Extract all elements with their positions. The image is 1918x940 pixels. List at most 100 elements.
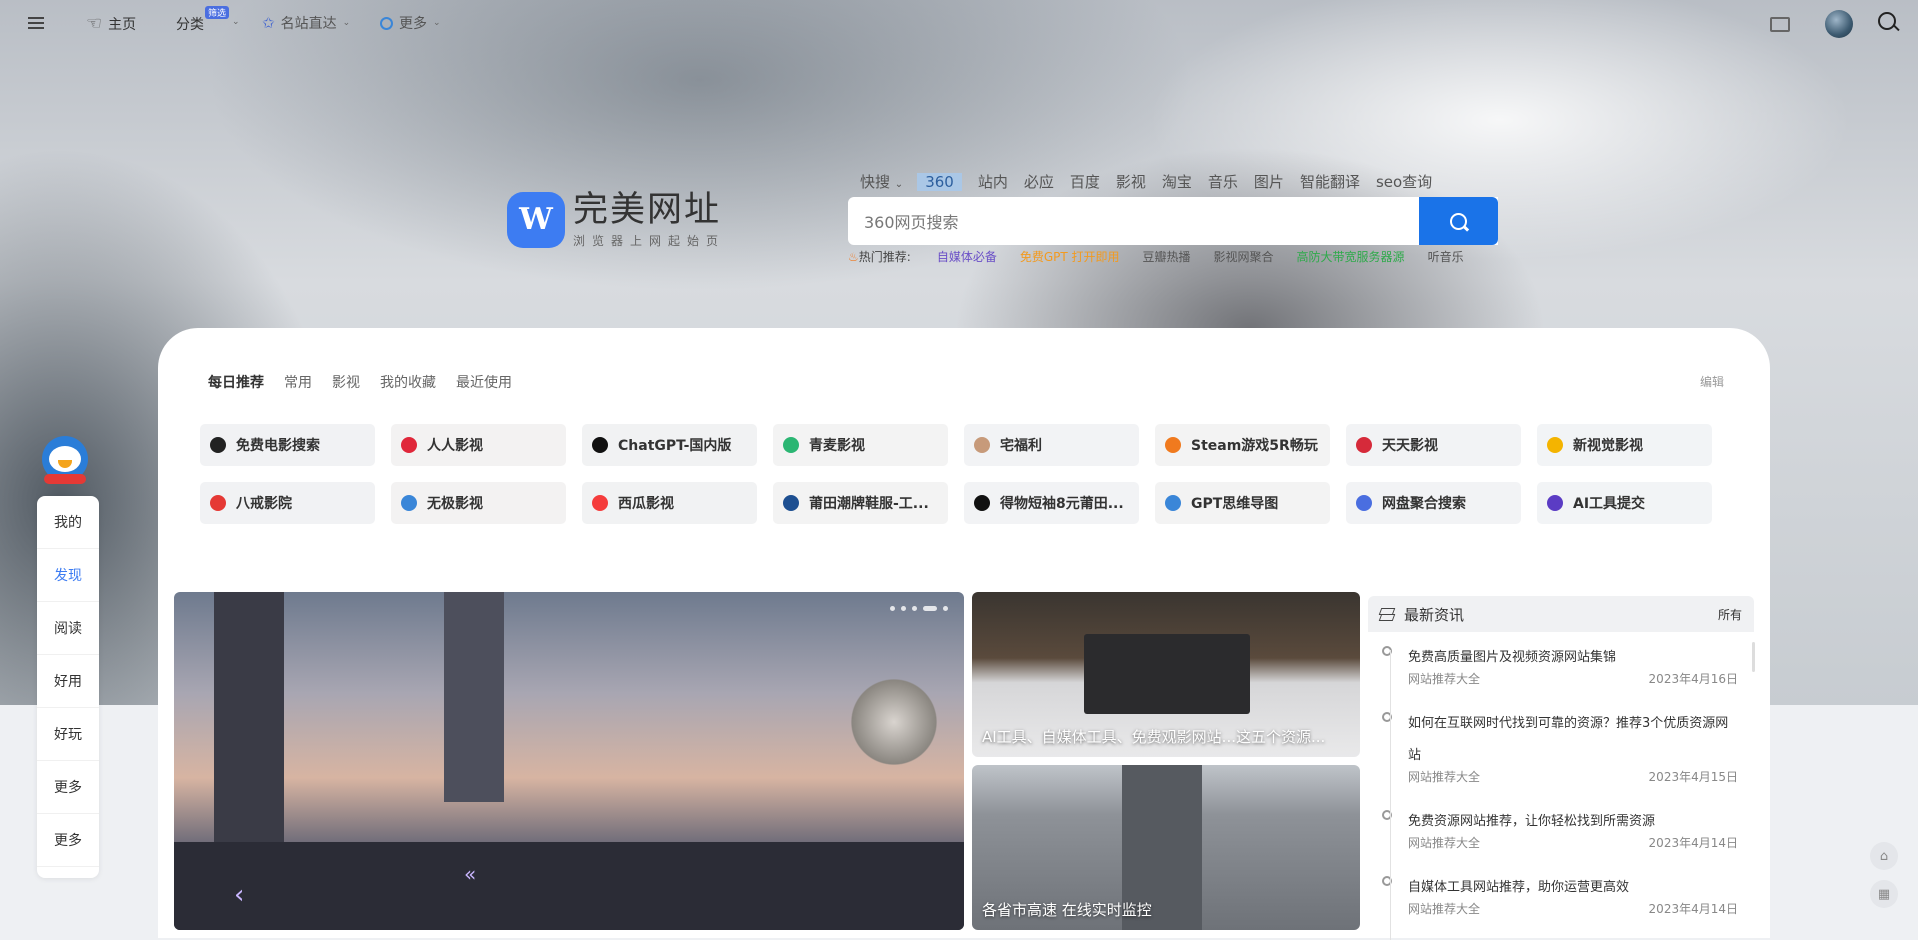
search-tab-site[interactable]: 站内	[978, 171, 1008, 192]
news-item[interactable]: 如何在互联网时代找到可靠的资源？推荐3个优质资源网站 网站推荐大全 2023年4月…	[1382, 708, 1738, 785]
site-link[interactable]: Steam游戏5R畅玩	[1155, 424, 1330, 466]
site-link-label: Steam游戏5R畅玩	[1191, 438, 1318, 454]
site-link-label: 得物短袖8元莆田...	[1000, 496, 1124, 512]
side-item-fun[interactable]: 好玩	[37, 708, 99, 761]
site-link[interactable]: 天天影视	[1346, 424, 1521, 466]
tab-favorites[interactable]: 我的收藏	[380, 372, 436, 392]
leaf-icon	[783, 437, 799, 453]
hand-icon: ☜	[86, 13, 103, 34]
card-image	[1084, 634, 1250, 714]
banner-art	[444, 592, 504, 802]
side-item-discover[interactable]: 发现	[37, 549, 99, 602]
monitor-icon[interactable]	[1770, 17, 1790, 32]
star-icon: ✩	[262, 14, 275, 32]
search-icon[interactable]	[1878, 12, 1896, 30]
prev-arrow-icon[interactable]: ‹	[234, 880, 244, 910]
side-item-read[interactable]: 阅读	[37, 602, 99, 655]
site-link[interactable]: 新视觉影视	[1537, 424, 1712, 466]
tag-icon[interactable]: ⌂	[1870, 842, 1898, 870]
search-tab-bing[interactable]: 必应	[1024, 171, 1054, 192]
side-item-mine[interactable]: 我的	[37, 496, 99, 549]
search-engine-tabs: 快搜 ⌄ 360 站内 必应 百度 影视 淘宝 音乐 图片 智能翻译 seo查询	[860, 171, 1448, 192]
search-tab-baidu[interactable]: 百度	[1070, 171, 1100, 192]
bow-icon	[1356, 437, 1372, 453]
site-link[interactable]: AI工具提交	[1537, 482, 1712, 524]
search-tab-seo[interactable]: seo查询	[1376, 171, 1432, 192]
news-item[interactable]: 自媒体工具网站推荐，助你运营更高效 网站推荐大全 2023年4月14日	[1382, 872, 1738, 917]
tab-common[interactable]: 常用	[284, 372, 312, 392]
search-tab-music[interactable]: 音乐	[1208, 171, 1238, 192]
news-item-title: 如何在互联网时代找到可靠的资源？推荐3个优质资源网站	[1408, 716, 1729, 763]
site-link-label: 网盘聚合搜索	[1382, 496, 1466, 512]
article-card[interactable]: 各省市高速 在线实时监控	[972, 765, 1360, 930]
site-link-label: 免费电影搜索	[236, 438, 320, 454]
site-link[interactable]: 青麦影视	[773, 424, 948, 466]
side-item-more[interactable]: 更多	[37, 761, 99, 814]
search-button[interactable]	[1419, 197, 1498, 245]
grid-icon[interactable]: ▦	[1870, 880, 1898, 908]
site-link[interactable]: ChatGPT-国内版	[582, 424, 757, 466]
side-item-useful[interactable]: 好用	[37, 655, 99, 708]
tab-recent[interactable]: 最近使用	[456, 372, 512, 392]
nav-home[interactable]: ☜ 主页	[86, 13, 136, 34]
site-link[interactable]: 八戒影院	[200, 482, 375, 524]
play-icon	[592, 495, 608, 511]
site-link[interactable]: 宅福利	[964, 424, 1139, 466]
chevron-down-icon: ⌄	[342, 18, 351, 28]
hot-link[interactable]: 免费GPT 打开即用	[1020, 248, 1120, 265]
search-tab-video[interactable]: 影视	[1116, 171, 1146, 192]
mascot-icon[interactable]	[36, 430, 94, 488]
site-link-label: 宅福利	[1000, 438, 1042, 454]
site-link[interactable]: 网盘聚合搜索	[1346, 482, 1521, 524]
nav-more[interactable]: 更多 ⌄	[380, 13, 441, 33]
carousel-dots[interactable]	[890, 606, 948, 611]
search-tab-quick[interactable]: 快搜 ⌄	[860, 171, 903, 192]
edit-link[interactable]: 编辑	[1700, 373, 1724, 390]
hot-link[interactable]: 高防大带宽服务器源	[1297, 248, 1405, 265]
news-item[interactable]: 免费高质量图片及视频资源网站集锦 网站推荐大全 2023年4月16日	[1382, 642, 1738, 687]
news-item[interactable]: 免费资源网站推荐，让你轻松找到所需资源 网站推荐大全 2023年4月14日	[1382, 806, 1738, 851]
openai-icon	[592, 437, 608, 453]
site-link[interactable]: 莆田潮牌鞋服-工...	[773, 482, 948, 524]
site-link-label: 人人影视	[427, 438, 483, 454]
news-scrollbar[interactable]	[1752, 642, 1755, 672]
search-tab-image[interactable]: 图片	[1254, 171, 1284, 192]
news-title: 最新资讯	[1404, 605, 1465, 624]
site-link[interactable]: 西瓜影视	[582, 482, 757, 524]
layers-icon	[1380, 608, 1394, 620]
article-card[interactable]: AI工具、自媒体工具、免费观影网站...这五个资源...	[972, 592, 1360, 757]
banner-art	[214, 592, 284, 862]
logo-title: 完美网址	[573, 190, 722, 230]
search-input[interactable]	[862, 197, 1426, 247]
site-logo[interactable]: W 完美网址 浏览器上网起始页	[507, 190, 725, 249]
nav-famous[interactable]: ✩ 名站直达 ⌄	[262, 13, 350, 33]
search-tab-taobao[interactable]: 淘宝	[1162, 171, 1192, 192]
timeline-line	[1390, 650, 1391, 940]
hot-recommendations: ♨热门推荐: 自媒体必备 免费GPT 打开即用 豆瓣热播 影视网聚合 高防大带宽…	[848, 248, 1487, 265]
carousel-banner[interactable]: ‹ «	[174, 592, 964, 930]
site-link[interactable]: 无极影视	[391, 482, 566, 524]
news-all-link[interactable]: 所有	[1718, 606, 1742, 623]
tab-daily[interactable]: 每日推荐	[208, 372, 264, 392]
side-item-more[interactable]: 更多	[37, 814, 99, 867]
site-link-label: GPT思维导图	[1191, 496, 1279, 512]
user-avatar[interactable]	[1825, 10, 1853, 38]
site-link[interactable]: 得物短袖8元莆田...	[964, 482, 1139, 524]
dewu-icon	[974, 495, 990, 511]
menu-icon[interactable]	[28, 14, 44, 32]
chevron-down-icon: ⌄	[232, 17, 240, 27]
search-icon	[1450, 212, 1467, 230]
hot-link[interactable]: 听音乐	[1428, 248, 1464, 265]
search-tab-360[interactable]: 360	[917, 172, 962, 191]
nav-category[interactable]: 分类	[176, 14, 204, 34]
hot-link[interactable]: 影视网聚合	[1214, 248, 1274, 265]
site-link[interactable]: GPT思维导图	[1155, 482, 1330, 524]
hot-link[interactable]: 自媒体必备	[937, 248, 997, 265]
hot-link[interactable]: 豆瓣热播	[1143, 248, 1191, 265]
site-link-label: 西瓜影视	[618, 496, 674, 512]
site-link-label: 新视觉影视	[1573, 438, 1643, 454]
site-link[interactable]: 人人影视	[391, 424, 566, 466]
site-link[interactable]: 免费电影搜索	[200, 424, 375, 466]
search-tab-translate[interactable]: 智能翻译	[1300, 171, 1360, 192]
tab-video[interactable]: 影视	[332, 372, 360, 392]
